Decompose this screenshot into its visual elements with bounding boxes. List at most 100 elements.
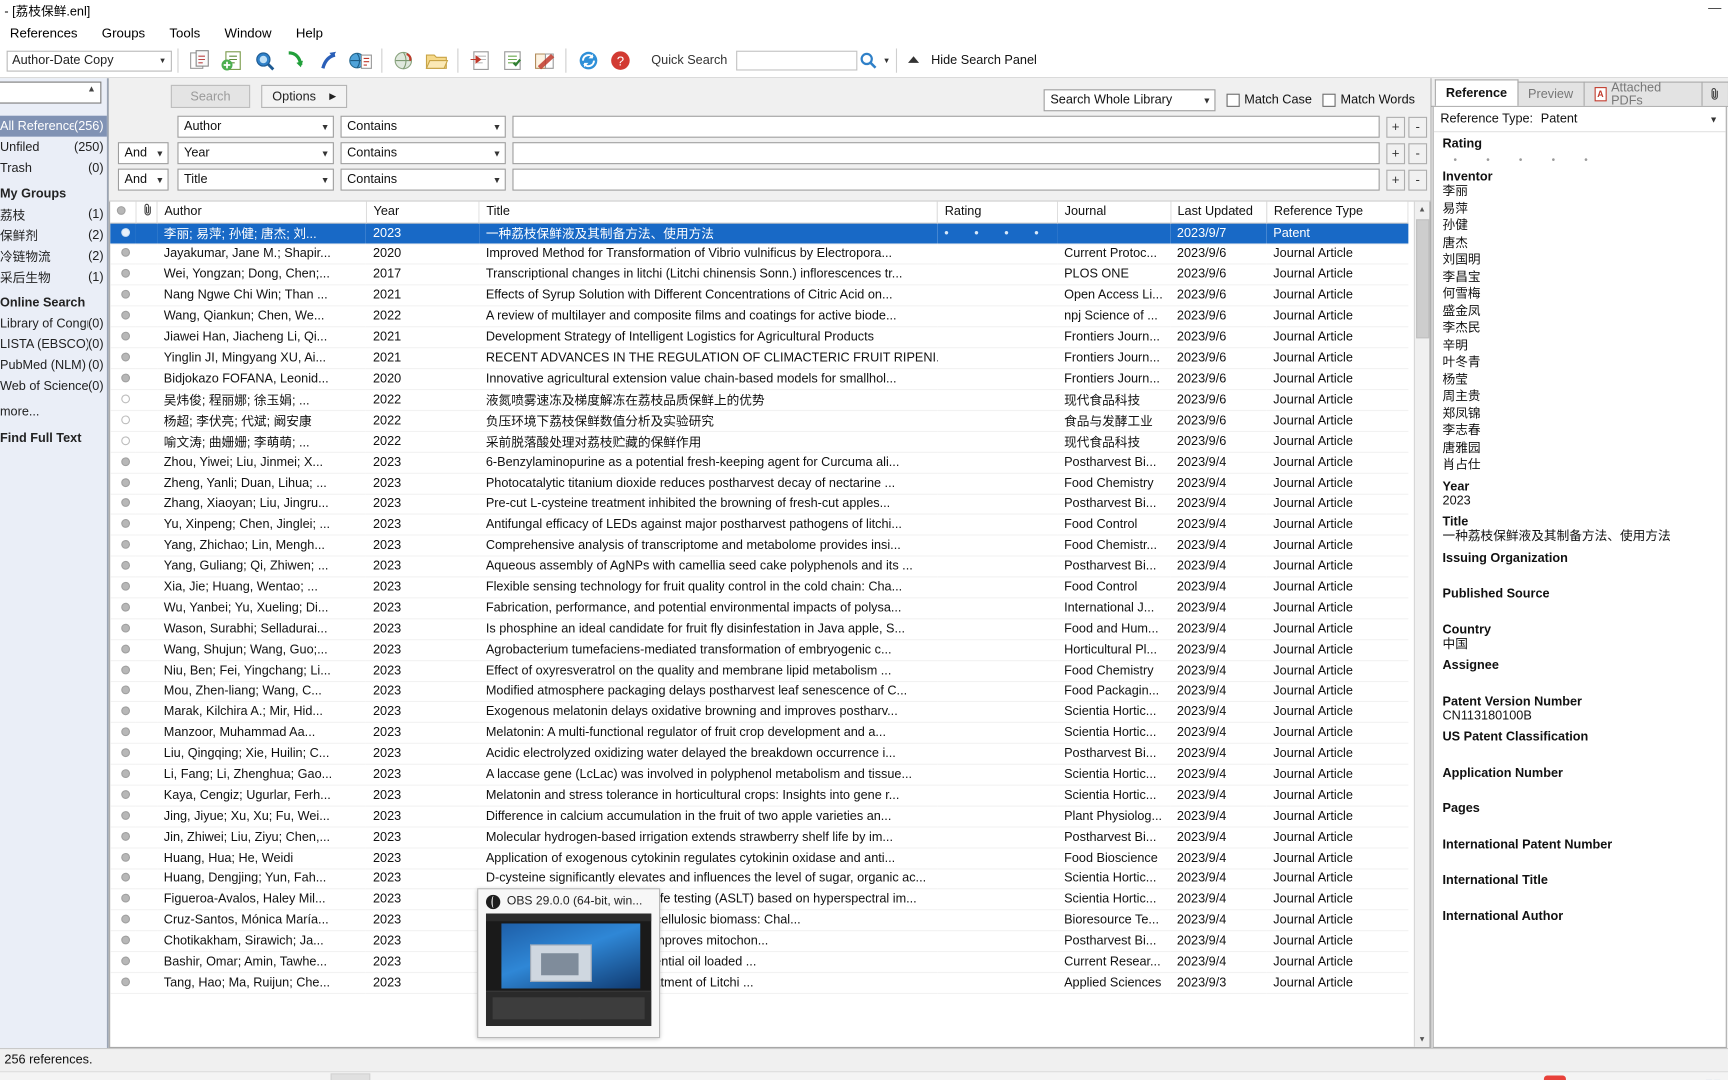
table-row[interactable]: Wei, Yongzan; Dong, Chen;... 2017 Transcri… — [110, 264, 1408, 286]
column-title[interactable]: Title — [479, 201, 939, 224]
taskbar-window-button[interactable] — [330, 1073, 371, 1080]
reference-field-value[interactable] — [1443, 851, 1717, 868]
read-status-cell[interactable] — [110, 347, 137, 369]
remove-search-row-button[interactable]: - — [1408, 116, 1428, 138]
read-status-cell[interactable] — [110, 826, 137, 849]
read-status-cell[interactable] — [110, 743, 137, 765]
read-status-cell[interactable] — [110, 868, 137, 890]
reference-field-value[interactable]: CN113180100B — [1443, 708, 1717, 725]
read-status-cell[interactable] — [110, 805, 137, 828]
read-status-cell[interactable] — [110, 618, 137, 640]
menu-window[interactable]: Window — [221, 24, 275, 42]
read-status-cell[interactable] — [110, 243, 137, 265]
read-status-cell[interactable] — [110, 785, 137, 807]
read-status-cell[interactable] — [110, 389, 137, 411]
tab-preview[interactable]: Preview — [1517, 81, 1585, 106]
table-row[interactable]: Huang, Dengjing; Yun, Fah... 2023 D-cystei… — [110, 868, 1408, 890]
menu-references[interactable]: References — [7, 24, 81, 42]
read-status-cell[interactable] — [110, 764, 137, 786]
group-item[interactable]: Find Full Text — [0, 428, 107, 449]
column-attachment[interactable] — [136, 201, 158, 224]
read-status-cell[interactable] — [110, 535, 137, 557]
column-author[interactable]: Author — [157, 201, 367, 224]
table-row[interactable]: Jiawei Han, Jiacheng Li, Qi... 2021 Develo… — [110, 326, 1408, 349]
reference-field-value[interactable] — [1443, 672, 1717, 689]
group-item[interactable]: LISTA (EBSCO) (0) — [0, 334, 107, 355]
group-item[interactable]: Unfiled (250) — [0, 137, 107, 158]
search-operator-select[interactable]: Contains ▼ — [340, 115, 506, 138]
quick-search-input[interactable] — [736, 50, 858, 71]
rating-stars[interactable]: • • • • • — [1443, 151, 1717, 165]
read-status-cell[interactable] — [110, 951, 137, 974]
search-button[interactable]: Search — [170, 84, 251, 108]
scroll-up-icon[interactable]: ▲ — [1414, 201, 1430, 218]
table-row[interactable]: Yang, Zhichao; Lin, Mengh... 2023 Comprehe… — [110, 535, 1408, 557]
table-row[interactable]: Figueroa-Avalos, Haley Mil... 2023 Multiva… — [110, 889, 1408, 911]
scroll-down-icon[interactable]: ▼ — [1414, 1031, 1430, 1047]
quick-search-go-icon[interactable] — [858, 47, 878, 75]
group-item[interactable]: 冷链物流 (2) — [0, 246, 107, 267]
read-status-cell[interactable] — [110, 972, 137, 994]
read-status-cell[interactable] — [110, 701, 137, 724]
read-status-cell[interactable] — [110, 368, 137, 390]
match-case-checkbox[interactable]: Match Case — [1226, 93, 1312, 107]
add-search-row-button[interactable]: + — [1386, 116, 1406, 138]
reference-field-value[interactable] — [1443, 815, 1717, 832]
search-term-input[interactable] — [512, 168, 1380, 191]
group-item[interactable]: PubMed (NLM) (0) — [0, 355, 107, 376]
table-row[interactable]: Kaya, Cengiz; Ugurlar, Ferh... 2023 Melato… — [110, 785, 1408, 807]
read-status-cell[interactable] — [110, 847, 137, 869]
tab-reference[interactable]: Reference — [1434, 79, 1519, 106]
read-status-cell[interactable] — [110, 660, 137, 682]
sync-icon[interactable] — [573, 47, 603, 75]
reference-field-value[interactable]: 中国 — [1443, 636, 1717, 653]
read-status-cell[interactable] — [110, 472, 137, 495]
table-row[interactable]: Li, Fang; Li, Zhenghua; Gao... 2023 A lacc… — [110, 764, 1408, 786]
read-status-cell[interactable] — [110, 285, 137, 307]
table-row[interactable]: Zheng, Yanli; Duan, Lihua; ... 2023 Photoc… — [110, 472, 1408, 495]
reference-field-value[interactable]: 一种荔枝保鲜液及其制备方法、使用方法 — [1443, 529, 1717, 546]
table-row[interactable]: Marak, Kilchira A.; Mir, Hid... 2023 Exoge… — [110, 701, 1408, 724]
search-field-select[interactable]: Title ▼ — [177, 168, 334, 191]
reference-field-value[interactable]: 李丽 易萍 孙健 唐杰 刘国明 李昌宝 何雪梅 盛金凤 李杰民 辛明 叶冬青 杨莹 周主贵 郑凤锦 李志春唐… — [1443, 184, 1717, 474]
group-item[interactable]: Web of Science (TS)(0) — [0, 376, 107, 397]
table-row[interactable]: Xia, Jie; Huang, Wentao; ... 2023 Flexible… — [110, 576, 1408, 599]
search-field-select[interactable]: Author ▼ — [177, 115, 334, 138]
read-status-cell[interactable] — [110, 264, 137, 286]
group-item[interactable]: 荔枝 (1) — [0, 204, 107, 225]
table-row[interactable]: Huang, Hua; He, Weidi 2023 Application of … — [110, 847, 1408, 869]
read-status-cell[interactable] — [110, 576, 137, 599]
table-row[interactable]: Wang, Shujun; Wang, Guo;... 2023 Agrobacte… — [110, 639, 1408, 661]
table-row[interactable]: Tang, Hao; Ma, Ruijun; Che...2023Tempera… — [110, 972, 1408, 994]
obs-taskbar-preview[interactable]: OBS 29.0.0 (64-bit, win... — [477, 888, 661, 1039]
options-button[interactable]: Options ▶ — [261, 84, 348, 108]
read-status-cell[interactable] — [110, 889, 137, 911]
table-row[interactable]: Mou, Zhen-liang; Wang, C... 2023 Modified … — [110, 681, 1408, 703]
search-term-input[interactable] — [512, 115, 1380, 138]
search-term-input[interactable] — [512, 142, 1380, 165]
edit-library-icon[interactable] — [529, 47, 559, 75]
import-icon[interactable] — [281, 47, 311, 75]
find-full-text-icon[interactable] — [345, 47, 375, 75]
table-row[interactable]: Yu, Xinpeng; Chen, Jinglei; ... 2023 Antif… — [110, 514, 1408, 536]
reference-field-value[interactable] — [1443, 780, 1717, 797]
help-icon[interactable]: ? — [605, 47, 635, 75]
table-row[interactable]: 喻文涛; 曲姗姗; 李萌萌; ... 2022 采前脱落酸处理对荔枝贮藏的保鲜作用 现… — [110, 431, 1408, 453]
table-row[interactable]: Yang, Guliang; Qi, Zhiwen; ... 2023 Aqueou… — [110, 556, 1408, 578]
table-row[interactable]: Jin, Zhiwei; Liu, Ziyu; Chen,... 2023 Mole… — [110, 826, 1408, 849]
read-status-cell[interactable] — [110, 639, 137, 661]
table-row[interactable]: 吴炜俊; 程丽娜; 徐玉娟; ... 2022 液氮喷雾速冻及梯度解冻在荔枝品质保鲜… — [110, 389, 1408, 411]
table-row[interactable]: Nang Ngwe Chi Win; Than ... 2021 Effects o… — [110, 285, 1408, 307]
table-row[interactable]: Jayakumar, Jane M.; Shapir... 2020 Improve… — [110, 243, 1408, 265]
read-status-cell[interactable] — [110, 493, 137, 516]
table-row[interactable]: Jing, Jiyue; Xu, Xu; Fu, Wei... 2023 Diffe… — [110, 805, 1408, 828]
table-row[interactable]: Niu, Ben; Fei, Yingchang; Li... 2023 Effec… — [110, 660, 1408, 682]
search-boolean-select[interactable]: And ▼ — [117, 168, 169, 191]
table-row[interactable]: Wang, Qiankun; Chen, We... 2022 A review o… — [110, 305, 1408, 328]
reference-type-select[interactable]: Patent ▼ — [1539, 109, 1720, 129]
group-item[interactable]: 保鲜剂 (2) — [0, 225, 107, 246]
remove-search-row-button[interactable]: - — [1408, 142, 1428, 164]
read-status-cell[interactable] — [110, 326, 137, 349]
web-of-science-icon[interactable] — [389, 47, 419, 75]
group-item[interactable]: 采后生物 (1) — [0, 267, 107, 288]
